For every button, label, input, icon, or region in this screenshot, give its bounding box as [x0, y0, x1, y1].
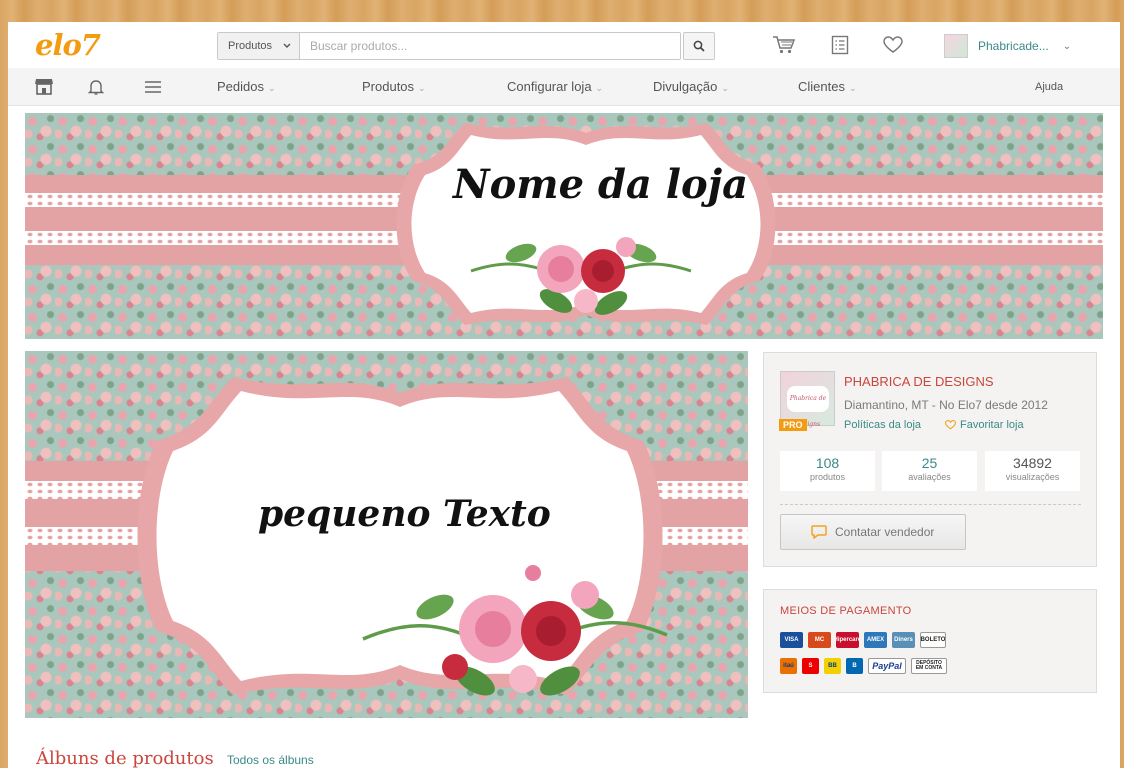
user-name: Phabricade...: [978, 39, 1049, 53]
visa-icon: VISA: [780, 632, 803, 648]
stat-value: 25: [921, 455, 938, 471]
favorite-store-link[interactable]: Favoritar loja: [945, 419, 1024, 431]
bank-deposit-icon: DEPÓSITO EM CONTA: [911, 658, 947, 674]
nav-pedidos[interactable]: Pedidos ⌄: [217, 79, 276, 94]
chevron-down-icon: ⌄: [418, 83, 426, 93]
cart-icon[interactable]: [772, 34, 796, 56]
store-info-card: Phabrica de Designs PRO PHABRICA DE DESI…: [763, 352, 1097, 567]
nav-produtos[interactable]: Produtos ⌄: [362, 79, 426, 94]
rose-bouquet-icon: [362, 565, 668, 696]
menu-icon[interactable]: [142, 76, 164, 98]
stat-label: avaliações: [908, 472, 951, 482]
nav-configurar-loja[interactable]: Configurar loja ⌄: [507, 79, 603, 94]
contact-seller-label: Contatar vendedor: [835, 525, 935, 539]
orders-list-icon[interactable]: [828, 34, 852, 56]
search-bar: Produtos: [217, 32, 681, 60]
heart-icon: [945, 420, 956, 430]
stat-reviews[interactable]: 25 avaliações: [882, 451, 977, 491]
chat-bubble-icon: [811, 525, 827, 539]
search-button[interactable]: [683, 32, 715, 60]
store-banner: Nome da loja: [25, 113, 1103, 339]
cover-text: pequeno Texto: [258, 493, 551, 535]
user-menu[interactable]: Phabricade... ⌄: [944, 34, 1071, 58]
main-nav: Pedidos ⌄ Produtos ⌄ Configurar loja ⌄ Divu…: [8, 68, 1120, 106]
albums-heading: Álbuns de produtos: [36, 748, 214, 768]
diners-icon: Diners: [892, 632, 915, 648]
chevron-down-icon: ⌄: [267, 83, 276, 93]
help-link[interactable]: Ajuda: [1035, 81, 1063, 93]
store-page: elo7 Produtos Phabricade... ⌄: [8, 22, 1120, 768]
store-policies-link[interactable]: Políticas da loja: [844, 419, 921, 431]
chevron-down-icon: ⌄: [595, 83, 604, 93]
avatar: [944, 34, 968, 58]
stat-views: 34892 visualizações: [985, 451, 1080, 491]
amex-icon: AMEX: [864, 632, 887, 648]
search-category-select[interactable]: Produtos: [218, 33, 300, 59]
nav-divulgacao[interactable]: Divulgação ⌄: [653, 79, 729, 94]
search-icon: [693, 40, 705, 52]
payment-cards-row: VISA MC Hipercard AMEX Diners BOLETO: [780, 632, 946, 648]
store-thumbnail[interactable]: Phabrica de Designs: [780, 371, 835, 428]
search-input[interactable]: [300, 33, 680, 59]
elo7-logo[interactable]: elo7: [35, 28, 101, 62]
chevron-down-icon: ⌄: [848, 83, 857, 93]
top-header: elo7 Produtos Phabricade... ⌄: [8, 22, 1120, 68]
boleto-icon: BOLETO: [920, 632, 946, 648]
store-thumbnail-text: Phabrica de Designs: [787, 386, 829, 428]
stat-label: visualizações: [1005, 472, 1060, 482]
banco-do-brasil-icon: BB: [824, 658, 841, 674]
stat-value: 34892: [1013, 455, 1052, 471]
store-cover-image: pequeno Texto: [25, 351, 748, 718]
chevron-down-icon: [283, 43, 291, 48]
mastercard-icon: MC: [808, 632, 831, 648]
bradesco-icon: B: [846, 658, 863, 674]
store-name[interactable]: PHABRICA DE DESIGNS: [844, 374, 994, 389]
heart-icon[interactable]: [881, 34, 905, 56]
stat-label: produtos: [809, 472, 846, 482]
store-location: Diamantino, MT - No Elo7 desde 2012: [844, 398, 1048, 412]
santander-icon: S: [802, 658, 819, 674]
banner-title: Nome da loja: [453, 161, 749, 208]
hipercard-icon: Hipercard: [836, 632, 859, 648]
store-icon[interactable]: [33, 76, 55, 98]
favorite-store-label: Favoritar loja: [960, 419, 1024, 431]
divider: [780, 504, 1081, 505]
chevron-down-icon: ⌄: [721, 83, 729, 93]
stat-products[interactable]: 108 produtos: [780, 451, 875, 491]
nav-clientes[interactable]: Clientes ⌄: [798, 79, 857, 94]
itau-icon: itaú: [780, 658, 797, 674]
rose-bouquet-icon: [470, 237, 692, 315]
stat-value: 108: [815, 455, 840, 471]
chevron-down-icon: ⌄: [1062, 40, 1072, 52]
payment-banks-row: itaú S BB B PayPal DEPÓSITO EM CONTA: [780, 658, 947, 674]
all-albums-link[interactable]: Todos os álbuns: [227, 753, 314, 767]
bell-icon[interactable]: [85, 76, 107, 98]
paypal-icon: PayPal: [868, 658, 906, 674]
contact-seller-button[interactable]: Contatar vendedor: [780, 514, 966, 550]
payment-methods-title: MEIOS DE PAGAMENTO: [780, 605, 912, 617]
pro-badge: PRO: [779, 419, 807, 431]
search-category-label: Produtos: [228, 40, 273, 52]
payment-methods-card: MEIOS DE PAGAMENTO VISA MC Hipercard AME…: [763, 589, 1097, 693]
